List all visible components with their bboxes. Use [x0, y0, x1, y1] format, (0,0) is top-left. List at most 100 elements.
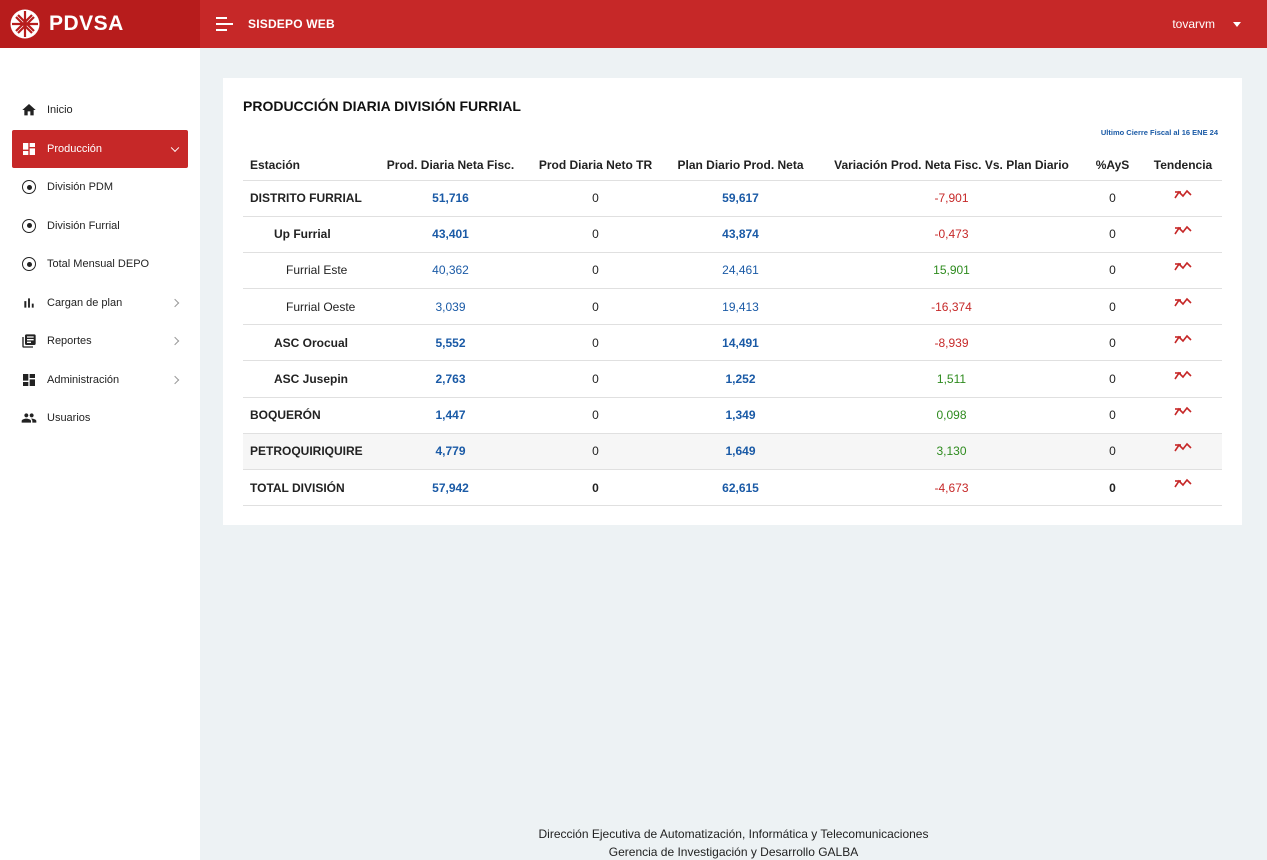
trending-down-icon[interactable]: [1174, 478, 1192, 490]
app-title: SISDEPO WEB: [248, 17, 335, 31]
sidebar-item-division-furrial[interactable]: División Furrial: [12, 207, 188, 246]
people-icon: [21, 410, 37, 426]
library-books-icon: [21, 333, 37, 349]
sidebar-item-label: División PDM: [47, 181, 114, 194]
trend-cell: [1144, 469, 1222, 507]
sidebar-item-label: Reportes: [47, 335, 92, 348]
table-row[interactable]: ASC Orocual 5,552 0 14,491 -8,939 0: [243, 324, 1222, 362]
table-row[interactable]: Furrial Este 40,362 0 24,461 15,901 0: [243, 252, 1222, 290]
menu-toggle-icon[interactable]: [216, 17, 234, 31]
trend-cell: [1144, 252, 1222, 290]
plan-value: 1,349: [659, 397, 822, 434]
station-name: ASC Orocual: [243, 324, 369, 362]
station-name: BOQUERÓN: [243, 397, 369, 434]
ays-value: 0: [1081, 397, 1144, 434]
sidebar-item-total-mensual-depo[interactable]: Total Mensual DEPO: [12, 245, 188, 284]
prod-fisc-value: 2,763: [369, 360, 532, 398]
prod-tr-value: 0: [532, 216, 659, 253]
table-row[interactable]: Up Furrial 43,401 0 43,874 -0,473 0: [243, 216, 1222, 253]
home-icon: [21, 102, 37, 118]
table-row[interactable]: PETROQUIRIQUIRE 4,779 0 1,649 3,130 0: [243, 433, 1222, 471]
fiscal-close-note: Ultimo Cierre Fiscal al 16 ENE 24: [1100, 128, 1218, 137]
column-header[interactable]: Prod. Diaria Neta Fisc.: [369, 150, 532, 181]
trending-down-icon[interactable]: [1174, 189, 1192, 201]
plan-value: 62,615: [659, 469, 822, 507]
column-header[interactable]: %AyS: [1081, 150, 1144, 181]
variation-value: -0,473: [822, 216, 1081, 253]
table-row[interactable]: ASC Jusepin 2,763 0 1,252 1,511 0: [243, 360, 1222, 398]
sidebar-item-label: Total Mensual DEPO: [47, 258, 150, 271]
plan-value: 43,874: [659, 216, 822, 253]
column-header[interactable]: Estación: [243, 150, 369, 181]
sidebar-item-reportes[interactable]: Reportes: [12, 322, 188, 361]
variation-value: -16,374: [822, 288, 1081, 326]
variation-value: 0,098: [822, 397, 1081, 434]
prod-tr-value: 0: [532, 469, 659, 507]
station-name: Furrial Este: [243, 252, 369, 290]
trending-down-icon[interactable]: [1174, 297, 1192, 309]
trending-down-icon[interactable]: [1174, 261, 1192, 273]
variation-value: -4,673: [822, 469, 1081, 507]
ays-value: 0: [1081, 216, 1144, 253]
ays-value: 0: [1081, 288, 1144, 326]
sidebar-item-label: Producción: [47, 142, 103, 155]
radio-icon: [21, 256, 37, 272]
trending-down-icon[interactable]: [1174, 406, 1192, 418]
brand-name: PDVSA: [49, 12, 124, 35]
table-row[interactable]: BOQUERÓN 1,447 0 1,349 0,098 0: [243, 397, 1222, 434]
sidebar-item-produccion[interactable]: Producción: [12, 129, 188, 168]
trending-down-icon[interactable]: [1174, 442, 1192, 454]
prod-tr-value: 0: [532, 180, 659, 217]
radio-icon: [21, 218, 37, 234]
prod-tr-value: 0: [532, 360, 659, 398]
sidebar-item-usuarios[interactable]: Usuarios: [12, 399, 188, 438]
column-header[interactable]: Plan Diario Prod. Neta: [659, 150, 822, 181]
chevron-right-icon: [170, 375, 180, 384]
station-name: TOTAL DIVISIÓN: [243, 469, 369, 507]
sidebar-item-cargan-de-plan[interactable]: Cargan de plan: [12, 284, 188, 323]
column-header[interactable]: Prod Diaria Neto TR: [532, 150, 659, 181]
prod-fisc-value: 43,401: [369, 216, 532, 253]
sidebar-item-label: Cargan de plan: [47, 296, 123, 309]
column-header[interactable]: Variación Prod. Neta Fisc. Vs. Plan Diar…: [822, 150, 1081, 181]
plan-value: 19,413: [659, 288, 822, 326]
prod-fisc-value: 57,942: [369, 469, 532, 507]
table-row[interactable]: Furrial Oeste 3,039 0 19,413 -16,374 0: [243, 288, 1222, 326]
variation-value: -8,939: [822, 324, 1081, 362]
chevron-right-icon: [170, 337, 180, 346]
footer-line-2: Gerencia de Investigación y Desarrollo G…: [608, 845, 859, 859]
prod-fisc-value: 51,716: [369, 180, 532, 217]
production-table: Estación Prod. Diaria Neta Fisc. Prod Di…: [243, 150, 1222, 507]
page-title: PRODUCCIÓN DIARIA DIVISIÓN FURRIAL: [243, 98, 521, 114]
ays-value: 0: [1081, 433, 1144, 471]
sidebar-item-label: División Furrial: [47, 219, 120, 232]
dashboard-icon: [21, 141, 37, 157]
prod-tr-value: 0: [532, 433, 659, 471]
table-row-total[interactable]: TOTAL DIVISIÓN 57,942 0 62,615 -4,673 0: [243, 469, 1222, 507]
ays-value: 0: [1081, 180, 1144, 217]
ays-value: 0: [1081, 324, 1144, 362]
trending-down-icon[interactable]: [1174, 370, 1192, 382]
trend-cell: [1144, 180, 1222, 217]
prod-fisc-value: 5,552: [369, 324, 532, 362]
variation-value: -7,901: [822, 180, 1081, 217]
pdvsa-logo-icon: [10, 9, 40, 39]
username: tovarvm: [1172, 17, 1215, 31]
sidebar-item-administracion[interactable]: Administración: [12, 361, 188, 400]
trend-cell: [1144, 360, 1222, 398]
prod-fisc-value: 40,362: [369, 252, 532, 290]
column-header[interactable]: Tendencia: [1144, 150, 1222, 181]
ays-value: 0: [1081, 469, 1144, 507]
variation-value: 1,511: [822, 360, 1081, 398]
trend-cell: [1144, 324, 1222, 362]
user-menu[interactable]: tovarvm: [1172, 17, 1241, 31]
chevron-right-icon: [170, 298, 180, 307]
sidebar-item-division-pdm[interactable]: División PDM: [12, 168, 188, 207]
trending-down-icon[interactable]: [1174, 225, 1192, 237]
prod-tr-value: 0: [532, 324, 659, 362]
brand-logo[interactable]: PDVSA: [0, 0, 200, 48]
sidebar-item-inicio[interactable]: Inicio: [12, 91, 188, 130]
trending-down-icon[interactable]: [1174, 334, 1192, 346]
table-row[interactable]: DISTRITO FURRIAL 51,716 0 59,617 -7,901 …: [243, 180, 1222, 217]
plan-value: 59,617: [659, 180, 822, 217]
